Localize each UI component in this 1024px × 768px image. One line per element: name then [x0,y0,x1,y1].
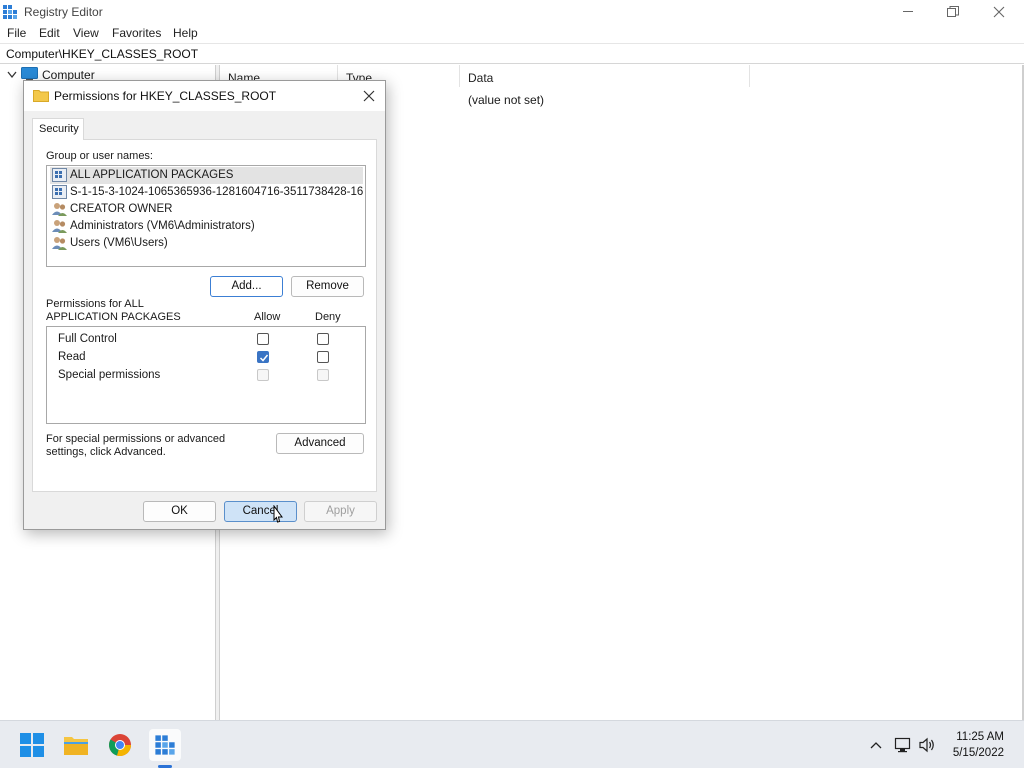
menu-edit[interactable]: Edit [39,26,60,40]
full-control-allow-checkbox[interactable] [257,333,269,345]
value-data-cell: (value not set) [468,93,545,107]
users-group-icon [52,237,67,250]
clock-date[interactable]: 5/15/2022 [953,747,1004,759]
title-bar: Registry Editor [0,0,1024,24]
address-text: Computer\HKEY_CLASSES_ROOT [6,47,199,61]
taskbar-chrome[interactable] [104,729,136,761]
minimize-icon [902,11,913,12]
close-icon [363,90,375,102]
network-button[interactable] [893,735,913,755]
tab-security[interactable]: Security [32,118,84,140]
column-data[interactable]: Data [460,65,750,87]
list-item[interactable]: ALL APPLICATION PACKAGES [50,167,363,184]
users-group-icon [52,203,67,216]
menu-favorites[interactable]: Favorites [112,26,161,40]
list-item[interactable]: S-1-15-3-1024-1065365936-1281604716-3511… [50,184,363,201]
start-button[interactable] [16,729,48,761]
menu-file[interactable]: File [7,26,26,40]
permission-read: Read [58,351,86,363]
dialog-title: Permissions for HKEY_CLASSES_ROOT [54,89,277,103]
close-button[interactable] [976,0,1022,24]
registry-editor-icon [155,735,175,755]
minimize-button[interactable] [885,0,931,24]
volume-button[interactable] [918,735,938,755]
checkmark-icon [259,354,269,362]
users-group-icon [52,220,67,233]
chrome-icon [109,734,132,757]
read-allow-checkbox[interactable] [257,351,269,363]
dialog-title-bar: Permissions for HKEY_CLASSES_ROOT [24,81,385,111]
special-deny-checkbox [317,369,329,381]
taskbar-file-explorer[interactable] [60,729,92,761]
volume-icon [919,737,934,753]
network-icon [894,737,911,753]
menu-bar: File Edit View Favorites Help [0,24,1024,43]
group-label: Group or user names: [46,150,153,162]
apply-button: Apply [304,501,377,522]
ok-button[interactable]: OK [143,501,216,522]
deny-header: Deny [315,311,341,323]
show-hidden-icons-button[interactable] [866,735,886,755]
special-allow-checkbox [257,369,269,381]
menu-view[interactable]: View [73,26,99,40]
list-item[interactable]: Users (VM6\Users) [50,235,363,252]
start-icon [20,733,44,757]
user-list[interactable]: ALL APPLICATION PACKAGES S-1-15-3-1024-1… [46,165,366,267]
chevron-up-icon [870,742,882,749]
permission-special: Special permissions [58,369,161,381]
remove-button[interactable]: Remove [291,276,364,297]
read-deny-checkbox[interactable] [317,351,329,363]
clock-time[interactable]: 11:25 AM [956,731,1004,743]
permissions-dialog: Permissions for HKEY_CLASSES_ROOT Securi… [23,80,386,530]
close-icon [993,6,1005,18]
security-tab-page: Group or user names: ALL APPLICATION PAC… [32,139,377,492]
restore-icon [947,6,959,17]
menu-help[interactable]: Help [173,26,198,40]
registry-editor-icon [3,5,17,19]
taskbar: 11:25 AM 5/15/2022 [0,720,1024,768]
mouse-cursor-icon [273,505,283,523]
taskbar-registry-editor[interactable] [149,729,181,761]
permission-full-control: Full Control [58,333,117,345]
folder-icon [33,90,49,102]
list-item[interactable]: CREATOR OWNER [50,201,363,218]
window-title: Registry Editor [24,5,103,19]
app-package-icon [52,185,67,199]
advanced-button[interactable]: Advanced [276,433,364,454]
permissions-list: Full Control Read Special permissions [46,326,366,424]
restore-button[interactable] [930,0,976,24]
app-package-icon [52,168,67,182]
cancel-button[interactable]: Cancel [224,501,297,522]
file-explorer-icon [64,737,88,755]
chevron-down-icon[interactable] [7,71,17,79]
advanced-hint: For special permissions or advanced sett… [46,433,226,458]
allow-header: Allow [254,311,281,323]
list-item[interactable]: Administrators (VM6\Administrators) [50,218,363,235]
full-control-deny-checkbox[interactable] [317,333,329,345]
add-button[interactable]: Add... [210,276,283,297]
dialog-close-button[interactable] [359,86,379,106]
permissions-for-label: Permissions for ALL APPLICATION PACKAGES [46,298,181,323]
address-bar[interactable]: Computer\HKEY_CLASSES_ROOT [0,43,1024,64]
